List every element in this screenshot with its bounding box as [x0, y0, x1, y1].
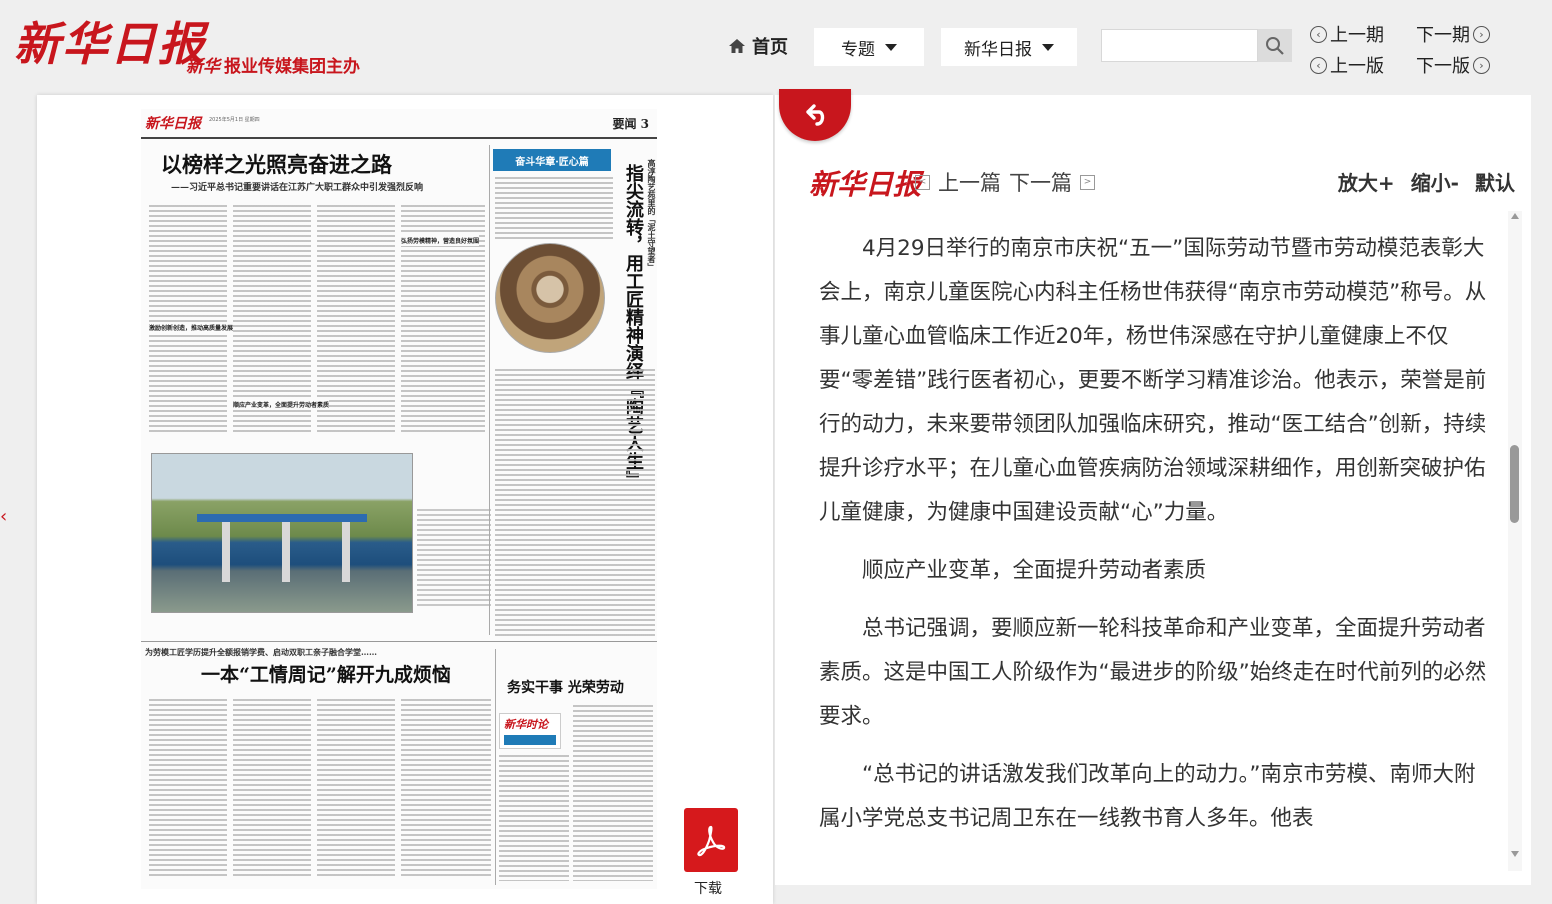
headline-2[interactable]: 一本“工情周记”解开九成烦恼 [201, 660, 451, 687]
prev-page-label: 上一版 [1330, 56, 1384, 77]
chevron-left-icon: < [915, 174, 930, 190]
scrollbar-thumb[interactable] [1510, 445, 1519, 523]
subhead: 弘扬劳模精神，营造良好氛围 [401, 235, 480, 246]
article-scrollbar[interactable] [1508, 211, 1522, 871]
page-logo: 新华日报 [145, 116, 201, 132]
download-label[interactable]: 下载 [694, 878, 722, 898]
bridge-photo[interactable] [151, 453, 413, 613]
scroll-up-icon[interactable] [1511, 213, 1519, 219]
chevron-down-icon [885, 43, 897, 51]
headline-1[interactable]: 以榜样之光照亮奋进之路 [161, 149, 392, 179]
chevron-down-icon [1042, 43, 1054, 51]
vertical-subheadline[interactable]: 高淳陶艺苑里的「泥土守望者」 [646, 159, 657, 271]
article-text-block[interactable] [401, 699, 491, 879]
publisher-mark: 新华 [186, 57, 220, 77]
article-paragraph: 总书记强调，要顺应新一轮科技革命和产业变革，全面提升劳动者素质。这是中国工人阶级… [819, 616, 1487, 729]
publisher-tagline: 新华 报业传媒集团主办 [186, 52, 360, 77]
chevron-left-icon: ‹ [1310, 56, 1327, 74]
newspaper-panel: 新华日报 2025年5月1日 星期四 要闻 3 以榜样之光照亮奋进之路 ——习近… [37, 95, 773, 904]
bridge-pier [342, 522, 350, 582]
chevron-right-icon: › [1473, 56, 1490, 74]
page-masthead: 新华日报 2025年5月1日 星期四 要闻 3 [141, 109, 657, 139]
back-arrow-icon [806, 104, 825, 126]
subhead: 激励创新创造，推动高质量发展 [149, 322, 234, 333]
article-text-block[interactable] [495, 177, 613, 239]
article-body: 4月29日举行的南京市庆祝“五一”国际劳动节暨市劳动模范表彰大会上，南京儿童医院… [819, 227, 1495, 855]
commentary-badge-bar [504, 735, 556, 745]
column-divider [495, 649, 496, 885]
topic-dropdown[interactable]: 专题 [814, 28, 924, 66]
next-issue-link[interactable]: 下一期 › [1416, 21, 1490, 47]
paper-dropdown-label: 新华日报 [964, 39, 1032, 60]
subhead: 顺应产业变革，全面提升劳动者素质 [233, 399, 330, 410]
article-text-block[interactable] [233, 699, 311, 879]
column-banner: 奋斗华章·匠心篇 [493, 149, 611, 171]
section-divider [141, 641, 657, 642]
article-paragraph: 4月29日举行的南京市庆祝“五一”国际劳动节暨市劳动模范表彰大会上，南京儿童医院… [819, 236, 1487, 525]
zoom-default-button[interactable]: 默认 [1475, 167, 1515, 196]
prev-page-arrow[interactable]: ‹ [0, 506, 7, 527]
next-page-label: 下一版 [1416, 56, 1470, 77]
prev-issue-link[interactable]: ‹ 上一期 [1310, 21, 1384, 47]
page-date: 2025年5月1日 星期四 [209, 117, 260, 123]
article-reader: 新华日报 < 上一篇 下一篇 > 放大+ 缩小- 默认 4月29日举行的南京市庆… [775, 89, 1531, 885]
article-text-block[interactable] [495, 369, 655, 639]
zoom-in-button[interactable]: 放大+ [1338, 167, 1395, 196]
zoom-out-button[interactable]: 缩小- [1411, 167, 1459, 196]
home-label: 首页 [752, 37, 788, 58]
article-nav: < 上一篇 下一篇 > [915, 167, 1095, 197]
top-bar: 新华日报 新华 报业传媒集团主办 首页 专题 新华日报 ‹ 上一期 下一期 › ‹ 上一… [0, 0, 1552, 95]
headline-3[interactable]: 务实干事 光荣劳动 [507, 677, 624, 697]
pdf-icon [697, 825, 726, 857]
back-button[interactable] [779, 89, 851, 141]
artisan-portrait[interactable] [495, 243, 605, 353]
subheadline-1[interactable]: ——习近平总书记重要讲话在江苏广大职工群众中引发强烈反响 [171, 180, 423, 193]
article-subheading: 顺应产业变革，全面提升劳动者素质 [862, 558, 1207, 583]
article-text-block[interactable] [317, 699, 395, 879]
column-divider [489, 145, 490, 635]
next-page-link[interactable]: 下一版 › [1416, 52, 1490, 78]
chevron-right-icon: › [1473, 25, 1490, 43]
search-icon [1266, 36, 1284, 55]
commentary-badge: 新华时论 [499, 713, 561, 749]
commentary-badge-title: 新华时论 [504, 718, 548, 731]
article-paragraph: “总书记的讲话激发我们改革向上的动力。”南京市劳模、南师大附属小学党总支书记周卫… [819, 762, 1476, 831]
article-text-block[interactable] [149, 205, 227, 435]
zoom-controls: 放大+ 缩小- 默认 [1338, 167, 1515, 196]
next-article-link[interactable]: 下一篇 [1009, 167, 1072, 197]
article-text-block[interactable] [573, 705, 653, 881]
bridge-pier [222, 522, 230, 582]
newspaper-page[interactable]: 新华日报 2025年5月1日 星期四 要闻 3 以榜样之光照亮奋进之路 ——习近… [141, 109, 657, 889]
chevron-right-icon: > [1080, 174, 1095, 190]
paper-dropdown[interactable]: 新华日报 [941, 28, 1077, 66]
prev-page-link[interactable]: ‹ 上一版 [1310, 52, 1384, 78]
home-icon [729, 39, 745, 53]
chevron-left-icon: ‹ [1310, 25, 1327, 43]
prev-article-link[interactable]: 上一篇 [938, 167, 1001, 197]
reader-logo: 新华日报 [809, 168, 922, 201]
site-logo[interactable]: 新华日报 [14, 8, 206, 74]
scroll-down-icon[interactable] [1511, 851, 1519, 857]
photo-caption [417, 509, 491, 609]
headline-2-kicker[interactable]: 为劳模工匠学历提升全额报销学费、启动双职工亲子融合学堂…… [145, 647, 377, 658]
page-section: 要闻 3 [612, 117, 649, 131]
next-issue-label: 下一期 [1416, 25, 1470, 46]
topic-dropdown-label: 专题 [841, 39, 875, 60]
article-text-block[interactable] [499, 755, 569, 881]
pdf-download-button[interactable] [684, 808, 738, 872]
search-button[interactable] [1258, 29, 1292, 62]
home-link[interactable]: 首页 [728, 33, 788, 59]
publisher-tagline-text: 报业传媒集团主办 [224, 57, 360, 77]
article-text-block[interactable] [149, 699, 227, 879]
search-input[interactable] [1101, 29, 1258, 62]
bridge-pier [282, 522, 290, 582]
prev-issue-label: 上一期 [1330, 25, 1384, 46]
